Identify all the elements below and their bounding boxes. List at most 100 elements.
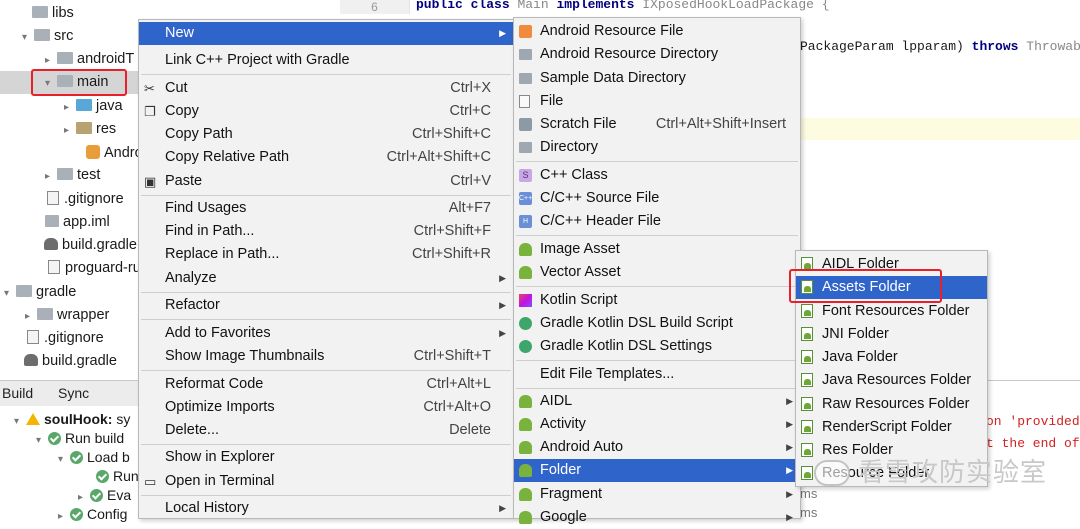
build-row-evaluate[interactable]: ▸ Eva (78, 485, 131, 505)
menu-item-refactor[interactable]: Refactor ▶ (139, 294, 513, 317)
tree-item-gitignore[interactable]: .gitignore (47, 188, 124, 211)
chevron-down-icon[interactable]: ▾ (22, 26, 34, 49)
tree-item-label: wrapper (57, 307, 110, 323)
menu-item-raw-resources-folder[interactable]: Raw Resources Folder (796, 393, 987, 416)
build-row-label: Run build (65, 430, 125, 446)
chevron-down-icon[interactable]: ▾ (4, 282, 16, 305)
code-line-method-sig: PackageParam lpparam) throws Throwable (800, 39, 1080, 54)
chevron-right-icon[interactable]: ▸ (25, 305, 37, 328)
menu-item-scratch-file[interactable]: Scratch File Ctrl+Alt+Shift+Insert (514, 113, 800, 136)
menu-item-paste[interactable]: ▣ Paste Ctrl+V (139, 170, 513, 193)
menu-item-cpp-class[interactable]: S C++ Class (514, 164, 800, 187)
android-icon (519, 243, 532, 256)
menu-item-gradle-kotlin-settings[interactable]: Gradle Kotlin DSL Settings (514, 335, 800, 358)
menu-item-show-thumbnails[interactable]: Show Image Thumbnails Ctrl+Shift+T (139, 345, 513, 368)
menu-item-label: Activity (540, 416, 586, 432)
menu-item-open-in-terminal[interactable]: ▭ Open in Terminal (139, 470, 513, 493)
menu-item-sample-data-directory[interactable]: Sample Data Directory (514, 67, 800, 90)
menu-item-find-in-path[interactable]: Find in Path... Ctrl+Shift+F (139, 220, 513, 243)
tree-item-build-gradle[interactable]: build.gradle (44, 234, 137, 257)
menu-item-renderscript-folder[interactable]: RenderScript Folder (796, 416, 987, 439)
chevron-right-icon[interactable]: ▸ (45, 165, 57, 188)
menu-item-delete[interactable]: Delete... Delete (139, 419, 513, 442)
menu-item-label: Fragment (540, 486, 603, 502)
tree-item-root-build-gradle[interactable]: build.gradle (24, 350, 117, 373)
chevron-right-icon[interactable]: ▸ (64, 119, 76, 142)
tree-item-manifest[interactable]: Andro (86, 142, 143, 165)
menu-item-cpp-source-file[interactable]: C++ C/C++ Source File (514, 187, 800, 210)
menu-item-android-resource-directory[interactable]: Android Resource Directory (514, 43, 800, 66)
tree-item-proguard[interactable]: proguard-ru (48, 257, 141, 280)
menu-item-vector-asset[interactable]: Vector Asset (514, 261, 800, 284)
build-row-configure[interactable]: ▸ Config (58, 504, 127, 524)
menu-item-find-usages[interactable]: Find Usages Alt+F7 (139, 197, 513, 220)
menu-item-label: AIDL (540, 393, 573, 409)
menu-item-label: Show Image Thumbnails (165, 348, 325, 364)
tree-item-libs[interactable]: libs (20, 2, 74, 25)
menu-item-android-auto[interactable]: Android Auto ▶ (514, 436, 800, 459)
chevron-down-icon[interactable]: ▾ (58, 450, 70, 470)
menu-item-optimize-imports[interactable]: Optimize Imports Ctrl+Alt+O (139, 396, 513, 419)
menu-item-java-resources-folder[interactable]: Java Resources Folder (796, 369, 987, 392)
tree-item-app-iml[interactable]: app.iml (45, 211, 110, 234)
chevron-down-icon[interactable]: ▾ (14, 412, 26, 432)
chevron-right-icon[interactable]: ▸ (64, 96, 76, 119)
build-row-load-build[interactable]: ▾ Load b (58, 447, 130, 467)
menu-item-copy-relative-path[interactable]: Copy Relative Path Ctrl+Alt+Shift+C (139, 146, 513, 169)
tab-sync[interactable]: Sync (58, 385, 89, 401)
menu-item-jni-folder[interactable]: JNI Folder (796, 323, 987, 346)
menu-item-local-history[interactable]: Local History ▶ (139, 497, 513, 520)
menu-item-new[interactable]: New ▶ (139, 22, 513, 45)
android-folder-icon (801, 373, 813, 387)
tree-item-gradle[interactable]: ▾ gradle (4, 281, 76, 304)
build-row-label: Config (87, 506, 128, 522)
menu-item-cpp-header-file[interactable]: H C/C++ Header File (514, 210, 800, 233)
menu-item-show-in-explorer[interactable]: Show in Explorer (139, 446, 513, 469)
chevron-down-icon[interactable]: ▾ (36, 431, 48, 451)
tree-item-src[interactable]: ▾ src (22, 25, 73, 48)
menu-item-replace-in-path[interactable]: Replace in Path... Ctrl+Shift+R (139, 243, 513, 266)
tab-build[interactable]: Build (2, 385, 33, 401)
menu-item-file[interactable]: File (514, 90, 800, 113)
build-row-project[interactable]: ▾ soulHook: sy (14, 409, 130, 429)
tree-item-wrapper[interactable]: ▸ wrapper (25, 304, 109, 327)
menu-item-directory[interactable]: Directory (514, 136, 800, 159)
menu-item-edit-file-templates[interactable]: Edit File Templates... (514, 363, 800, 386)
menu-item-copy-path[interactable]: Copy Path Ctrl+Shift+C (139, 123, 513, 146)
menu-item-android-resource-file[interactable]: Android Resource File (514, 20, 800, 43)
menu-item-cut[interactable]: ✂ Cut Ctrl+X (139, 77, 513, 100)
menu-item-reformat-code[interactable]: Reformat Code Ctrl+Alt+L (139, 373, 513, 396)
menu-item-fragment[interactable]: Fragment ▶ (514, 483, 800, 506)
tree-item-java[interactable]: ▸ java (64, 95, 123, 118)
menu-item-add-to-favorites[interactable]: Add to Favorites ▶ (139, 322, 513, 345)
menu-item-link-cpp[interactable]: Link C++ Project with Gradle (139, 49, 513, 72)
menu-item-activity[interactable]: Activity ▶ (514, 413, 800, 436)
menu-item-google[interactable]: Google ▶ (514, 506, 800, 529)
menu-item-folder[interactable]: Folder ▶ (514, 459, 800, 482)
submenu-arrow-icon: ▶ (499, 273, 506, 283)
menu-item-gradle-kotlin-build[interactable]: Gradle Kotlin DSL Build Script (514, 312, 800, 335)
build-row-run[interactable]: Run (96, 466, 139, 486)
tree-item-label: build.gradle (42, 353, 117, 369)
menu-item-java-folder[interactable]: Java Folder (796, 346, 987, 369)
menu-item-image-asset[interactable]: Image Asset (514, 238, 800, 261)
tree-item-res[interactable]: ▸ res (64, 118, 116, 141)
menu-item-copy[interactable]: ❐ Copy Ctrl+C (139, 100, 513, 123)
android-folder-icon (801, 304, 813, 318)
build-row-run-build[interactable]: ▾ Run build (36, 428, 124, 448)
tree-item-androidtest[interactable]: ▸ androidT (45, 48, 134, 71)
menu-separator (141, 74, 511, 75)
menu-item-label: Copy Relative Path (165, 149, 290, 165)
menu-item-label: Open in Terminal (165, 473, 275, 489)
chevron-right-icon[interactable]: ▸ (58, 507, 70, 527)
menu-item-kotlin-script[interactable]: Kotlin Script (514, 289, 800, 312)
menu-item-aidl[interactable]: AIDL ▶ (514, 390, 800, 413)
tree-item-root-gitignore[interactable]: .gitignore (27, 327, 104, 350)
menu-separator (516, 360, 798, 361)
submenu-arrow-icon: ▶ (786, 489, 793, 499)
menu-item-analyze[interactable]: Analyze ▶ (139, 267, 513, 290)
tree-item-label: gradle (36, 284, 77, 300)
menu-item-font-resources-folder[interactable]: Font Resources Folder (796, 300, 987, 323)
tree-item-test[interactable]: ▸ test (45, 164, 100, 187)
menu-item-label: Raw Resources Folder (822, 396, 970, 412)
